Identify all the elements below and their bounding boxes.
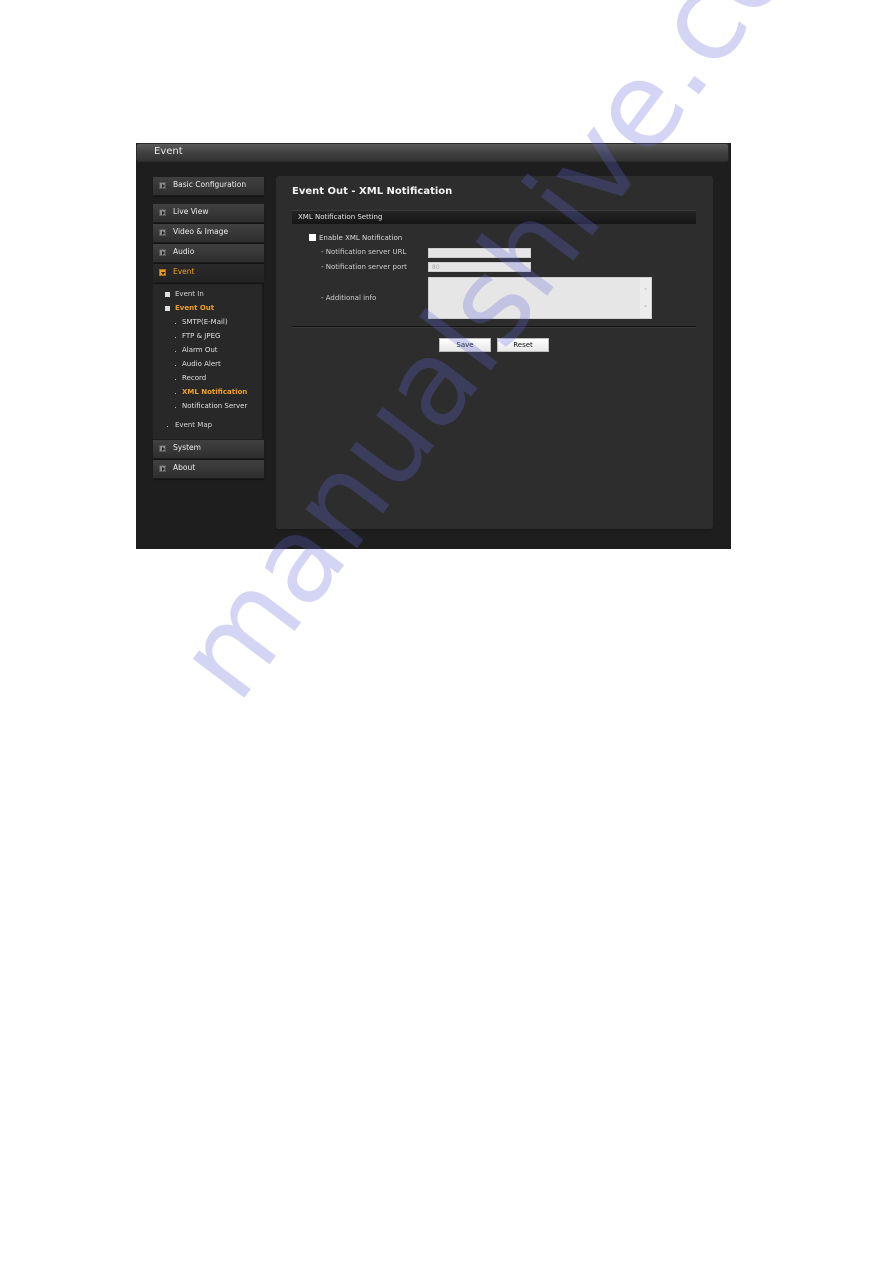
sidebar-leaf-xml-notification[interactable]: XML Notification [153,386,262,400]
bullet-icon [175,407,176,408]
arrow-right-icon [159,249,166,256]
sidebar-item-label: About [173,463,196,472]
server-port-input[interactable]: 80 [428,262,531,272]
title-bar: Event [136,143,729,162]
event-submenu: Event In Event Out SMTP(E-Mail) FTP & JP… [153,284,264,439]
leaf-label: Record [182,374,207,382]
additional-info-label: - Additional info [321,294,377,302]
enable-xml-notification-checkbox[interactable] [309,234,316,241]
arrow-right-icon [159,209,166,216]
sidebar-item-about[interactable]: About [153,460,264,479]
subitem-label: Event Out [175,304,215,312]
sidebar-item-label: Audio [173,247,195,256]
sidebar-item-audio[interactable]: Audio [153,244,264,263]
sidebar-subitem-event-out[interactable]: Event Out [153,302,262,316]
sidebar-leaf-notification-server[interactable]: Notification Server [153,400,262,414]
sidebar-leaf-smtp[interactable]: SMTP(E-Mail) [153,316,262,330]
save-button[interactable]: Save [439,338,491,352]
sidebar-item-label: Video & Image [173,227,229,236]
divider [292,326,696,328]
subitem-label: Event In [175,290,204,298]
arrow-right-icon [159,465,166,472]
content-panel: Event Out - XML Notification XML Notific… [276,176,713,531]
sidebar-item-live-view[interactable]: Live View [153,204,264,223]
sidebar-leaf-audio-alert[interactable]: Audio Alert [153,358,262,372]
bullet-icon [175,351,176,352]
leaf-label: Notification Server [182,402,248,410]
bullet-icon [175,393,176,394]
arrow-right-icon [159,182,166,189]
bullet-icon [175,337,176,338]
arrow-down-icon [159,269,166,276]
sidebar-leaf-ftp-jpeg[interactable]: FTP & JPEG [153,330,262,344]
server-url-input[interactable] [428,248,531,258]
sidebar-nav: Basic Configuration Live View Video & Im… [153,177,264,480]
leaf-label: SMTP(E-Mail) [182,318,228,326]
sidebar-item-video-image[interactable]: Video & Image [153,224,264,243]
section-header: XML Notification Setting [292,210,696,224]
sidebar-subitem-event-in[interactable]: Event In [153,288,262,302]
page-title: Event Out - XML Notification [292,186,453,197]
enable-xml-notification-label: Enable XML Notification [319,234,403,242]
reset-button[interactable]: Reset [497,338,549,352]
arrow-right-icon [159,445,166,452]
server-url-label: - Notification server URL [321,248,407,256]
leaf-label: Alarm Out [182,346,218,354]
sidebar-subitem-event-map[interactable]: Event Map [153,419,262,433]
sidebar-item-label: Live View [173,207,209,216]
leaf-label: FTP & JPEG [182,332,221,340]
expanded-box-icon [165,306,170,311]
leaf-label: Audio Alert [182,360,221,368]
additional-info-textarea[interactable]: ⌃ ⌄ [428,277,652,319]
sidebar-item-basic-configuration[interactable]: Basic Configuration [153,177,264,196]
sidebar-item-label: System [173,443,201,452]
sidebar-item-label: Event [173,267,195,276]
textarea-scrollbar[interactable] [640,278,651,318]
window-title: Event [154,146,183,157]
sidebar-item-system[interactable]: System [153,440,264,459]
section-title: XML Notification Setting [298,213,383,221]
collapsed-box-icon [165,292,170,297]
subitem-label: Event Map [175,421,213,429]
leaf-label: XML Notification [182,388,248,396]
bullet-icon [167,426,168,427]
scroll-down-icon[interactable]: ⌄ [642,302,649,309]
sidebar-leaf-record[interactable]: Record [153,372,262,386]
arrow-right-icon [159,229,166,236]
app-window: Event Basic Configuration Live View Vide… [136,143,731,549]
sidebar-leaf-alarm-out[interactable]: Alarm Out [153,344,262,358]
sidebar-item-label: Basic Configuration [173,180,247,189]
scroll-up-icon[interactable]: ⌃ [642,288,649,295]
bullet-icon [175,365,176,366]
bullet-icon [175,323,176,324]
sidebar-item-event[interactable]: Event [153,264,264,283]
server-port-label: - Notification server port [321,263,407,271]
bullet-icon [175,379,176,380]
